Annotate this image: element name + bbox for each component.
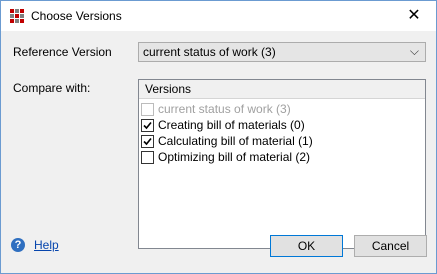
- compare-with-label: Compare with:: [13, 81, 91, 95]
- help-link[interactable]: Help: [34, 238, 59, 252]
- versions-header: Versions: [139, 80, 425, 99]
- dialog-body: Reference Version current status of work…: [1, 31, 436, 273]
- ok-button[interactable]: OK: [270, 235, 343, 257]
- title-bar: Choose Versions ✕: [1, 1, 436, 31]
- checkbox-unchecked: [141, 103, 154, 116]
- version-item-label: Calculating bill of material (1): [158, 134, 313, 148]
- chevron-down-icon: ⌵: [409, 44, 419, 58]
- window-title: Choose Versions: [31, 9, 122, 23]
- versions-list: Versions current status of work (3) Creat…: [138, 79, 426, 249]
- checkbox-unchecked[interactable]: [141, 151, 154, 164]
- app-grid-icon: [10, 9, 24, 23]
- versions-header-label: Versions: [145, 82, 192, 96]
- cancel-button[interactable]: Cancel: [354, 235, 427, 257]
- version-item-label: Optimizing bill of material (2): [158, 150, 311, 164]
- reference-version-value: current status of work (3): [143, 45, 276, 59]
- choose-versions-dialog: Choose Versions ✕ Reference Version curr…: [0, 0, 437, 274]
- version-item-label: Creating bill of materials (0): [158, 118, 305, 132]
- question-icon[interactable]: ?: [11, 238, 25, 252]
- checkbox-checked[interactable]: [141, 135, 154, 148]
- close-icon[interactable]: ✕: [392, 1, 436, 31]
- checkbox-checked[interactable]: [141, 119, 154, 132]
- version-item-label: current status of work (3): [158, 102, 291, 116]
- reference-version-select[interactable]: current status of work (3) ⌵: [138, 42, 426, 62]
- reference-version-label: Reference Version: [13, 45, 112, 59]
